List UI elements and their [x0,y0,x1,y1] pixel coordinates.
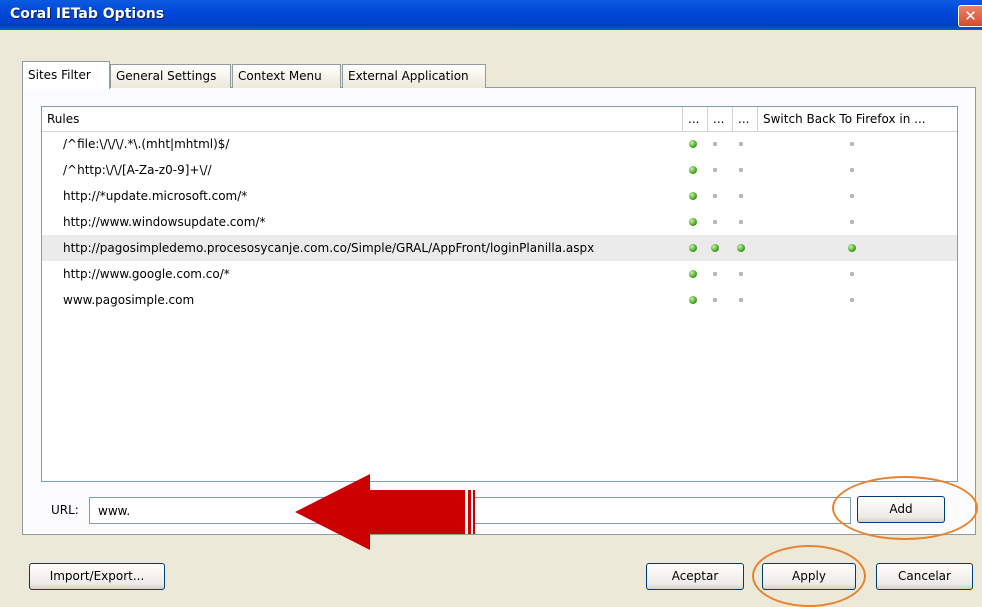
column-header-flag-1[interactable]: ... [682,107,707,131]
list-header: Rules ... ... ... Switch Back To Firefox… [42,107,957,132]
url-input[interactable] [89,497,851,524]
status-dot-on-icon[interactable] [711,244,719,252]
status-dot-on-icon[interactable] [737,244,745,252]
status-dot-on-icon[interactable] [689,166,697,174]
status-dot-off-icon[interactable] [739,272,743,276]
status-dot-on-icon[interactable] [689,296,697,304]
column-header-flag-2[interactable]: ... [707,107,732,131]
status-dot-on-icon[interactable] [689,140,697,148]
import-export-button[interactable]: Import/Export... [29,563,165,590]
status-dot-off-icon[interactable] [850,220,854,224]
rule-text: http://www.windowsupdate.com/* [63,215,266,229]
column-header-rules[interactable]: Rules [42,107,682,131]
status-dot-off-icon[interactable] [850,168,854,172]
status-dot-off-icon[interactable] [739,220,743,224]
column-header-flag-3[interactable]: ... [732,107,757,131]
list-item[interactable]: http://www.windowsupdate.com/* [42,209,957,235]
status-dot-off-icon[interactable] [713,168,717,172]
status-dot-off-icon[interactable] [850,142,854,146]
cancel-button[interactable]: Cancelar [876,563,973,590]
url-label: URL: [51,503,79,517]
status-dot-off-icon[interactable] [739,298,743,302]
list-item[interactable]: /^file:\/\/\/.*\.(mht|mhtml)$/ [42,131,957,157]
rule-text: /^file:\/\/\/.*\.(mht|mhtml)$/ [63,137,230,151]
list-item[interactable]: www.pagosimple.com [42,287,957,313]
tab-general-settings[interactable]: General Settings [110,64,231,88]
status-dot-on-icon[interactable] [689,270,697,278]
status-dot-on-icon[interactable] [689,218,697,226]
list-item[interactable]: http://www.google.com.co/* [42,261,957,287]
title-bar: Coral IETab Options ✕ [0,0,982,30]
rule-text: /^http:\/\/[A-Za-z0-9]+\// [63,163,212,177]
rule-text: http://*update.microsoft.com/* [63,189,248,203]
accept-button[interactable]: Aceptar [646,563,744,590]
list-item[interactable]: http://*update.microsoft.com/* [42,183,957,209]
window-title: Coral IETab Options [10,6,165,22]
tab-external-application[interactable]: External Application [342,64,486,88]
close-icon: ✕ [964,7,977,25]
list-item[interactable]: http://pagosimpledemo.procesosycanje.com… [42,235,957,261]
list-item[interactable]: /^http:\/\/[A-Za-z0-9]+\// [42,157,957,183]
tab-context-menu[interactable]: Context Menu [232,64,341,88]
apply-button[interactable]: Apply [762,563,856,590]
add-button[interactable]: Add [857,496,945,523]
column-header-switch-back[interactable]: Switch Back To Firefox in ... [757,107,957,131]
rule-text: http://www.google.com.co/* [63,267,230,281]
status-dot-off-icon[interactable] [713,220,717,224]
status-dot-off-icon[interactable] [850,298,854,302]
status-dot-on-icon[interactable] [689,244,697,252]
rules-list[interactable]: Rules ... ... ... Switch Back To Firefox… [41,106,958,482]
status-dot-on-icon[interactable] [689,192,697,200]
close-button[interactable]: ✕ [958,5,982,27]
tab-sites-filter[interactable]: Sites Filter [22,61,110,89]
status-dot-off-icon[interactable] [850,272,854,276]
status-dot-off-icon[interactable] [739,194,743,198]
status-dot-off-icon[interactable] [850,194,854,198]
status-dot-off-icon[interactable] [713,298,717,302]
status-dot-off-icon[interactable] [713,194,717,198]
rule-text: www.pagosimple.com [63,293,195,307]
status-dot-off-icon[interactable] [713,272,717,276]
rule-text: http://pagosimpledemo.procesosycanje.com… [63,241,595,255]
status-dot-off-icon[interactable] [739,168,743,172]
status-dot-off-icon[interactable] [713,142,717,146]
status-dot-on-icon[interactable] [848,244,856,252]
status-dot-off-icon[interactable] [739,142,743,146]
